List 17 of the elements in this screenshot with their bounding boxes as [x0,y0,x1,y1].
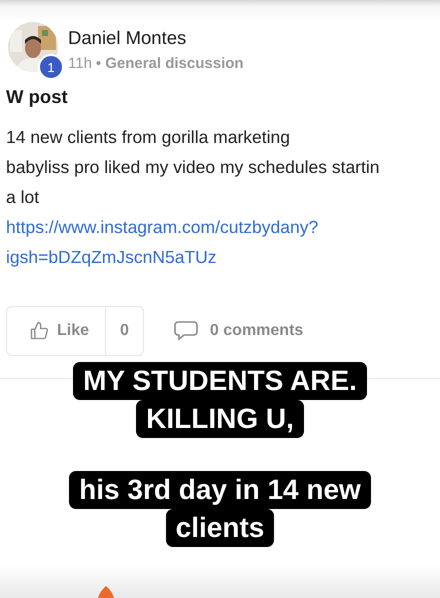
post-text: babyliss pro liked my video my schedules startin [6,156,380,179]
post-link[interactable]: https://www.instagram.com/cutzbydany? [6,212,318,242]
thumbs-up-icon [29,321,49,341]
post-text: a lot [6,186,40,209]
category-label: General discussion [105,55,244,72]
like-button[interactable]: Like [7,307,106,355]
author-name: Daniel Montes [68,27,188,49]
separator: • [96,55,102,72]
post-link[interactable]: igsh=bDZqZmJscnN5aTUz [6,242,217,272]
post-title: W post [5,85,69,108]
speech-bubble-icon [174,320,198,342]
like-count: 0 [119,321,130,341]
comments-button[interactable]: 0 comments [168,319,310,343]
flame-icon [96,586,116,598]
notification-badge: 1 [38,54,64,80]
post-text: 14 new clients from gorilla marketing [6,126,292,149]
post-time: 11h [68,55,92,72]
